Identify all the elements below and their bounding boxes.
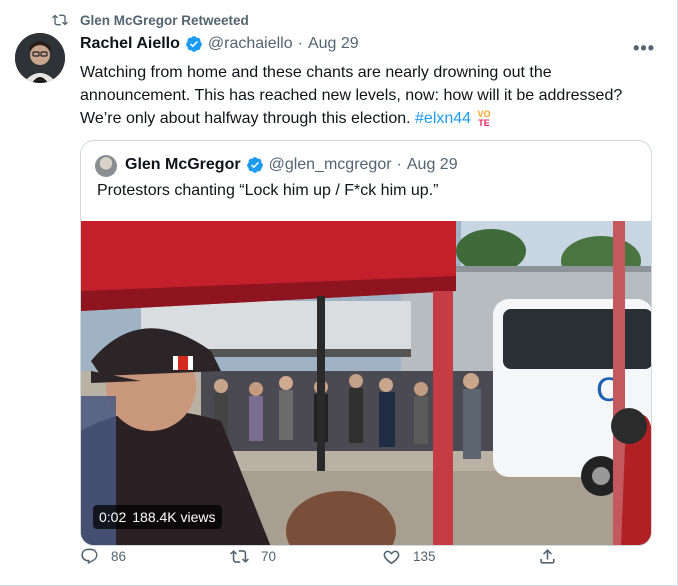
quoted-tweet[interactable]: Glen McGregor @glen_mcgregor · Aug 29 Pr… [80, 140, 652, 546]
like-count: 135 [413, 548, 436, 564]
video-time: 0:02 [99, 509, 127, 525]
quoted-avatar[interactable] [95, 155, 117, 177]
quoted-text: Protestors chanting “Lock him up / F*ck … [97, 182, 439, 199]
reply-count: 86 [111, 548, 127, 564]
avatar[interactable] [15, 33, 65, 83]
video-frame: C [81, 221, 651, 545]
video-views: 188.4K views [132, 509, 216, 525]
quoted-author-name[interactable]: Glen McGregor [125, 156, 241, 174]
like-button[interactable]: 135 [382, 547, 436, 566]
retweet-banner-text: Glen McGregor Retweeted [80, 12, 249, 28]
quoted-header: Glen McGregor @glen_mcgregor · Aug 29 [125, 156, 458, 174]
retweet-count: 70 [261, 548, 277, 564]
more-icon[interactable]: ••• [633, 38, 655, 59]
separator: · [297, 35, 303, 52]
share-button[interactable] [538, 547, 557, 566]
tweet-card[interactable]: Glen McGregor Retweeted Rachel Aiello @r… [0, 0, 678, 586]
verified-badge-icon [246, 157, 263, 173]
vote-emoji: VO TE [478, 109, 491, 128]
tweet-date[interactable]: Aug 29 [308, 35, 359, 53]
tweet-header: Rachel Aiello @rachaiello · Aug 29 [80, 35, 359, 53]
reply-button[interactable]: 86 [80, 547, 126, 566]
retweet-icon [230, 549, 249, 563]
retweet-icon [52, 14, 68, 26]
share-icon [540, 548, 555, 564]
author-handle[interactable]: @rachaiello [208, 35, 293, 53]
hashtag-link[interactable]: #elxn44 [415, 110, 471, 127]
author-name[interactable]: Rachel Aiello [80, 35, 180, 53]
tweet-body: Watching from home and these chants are … [80, 64, 623, 127]
separator: · [396, 156, 402, 173]
reply-icon [81, 548, 98, 564]
tweet-text: Watching from home and these chants are … [80, 61, 640, 130]
retweet-button[interactable]: 70 [230, 547, 276, 566]
video-info-pill: 0:02 188.4K views [93, 505, 222, 529]
quoted-date[interactable]: Aug 29 [407, 156, 458, 174]
verified-badge-icon [186, 36, 202, 52]
retweet-banner[interactable]: Glen McGregor Retweeted [52, 12, 249, 28]
vote-bottom: TE [478, 117, 490, 128]
like-icon [383, 550, 400, 564]
quoted-handle[interactable]: @glen_mcgregor [269, 156, 392, 174]
video-player[interactable]: C 0:02 188.4K views [81, 221, 651, 545]
